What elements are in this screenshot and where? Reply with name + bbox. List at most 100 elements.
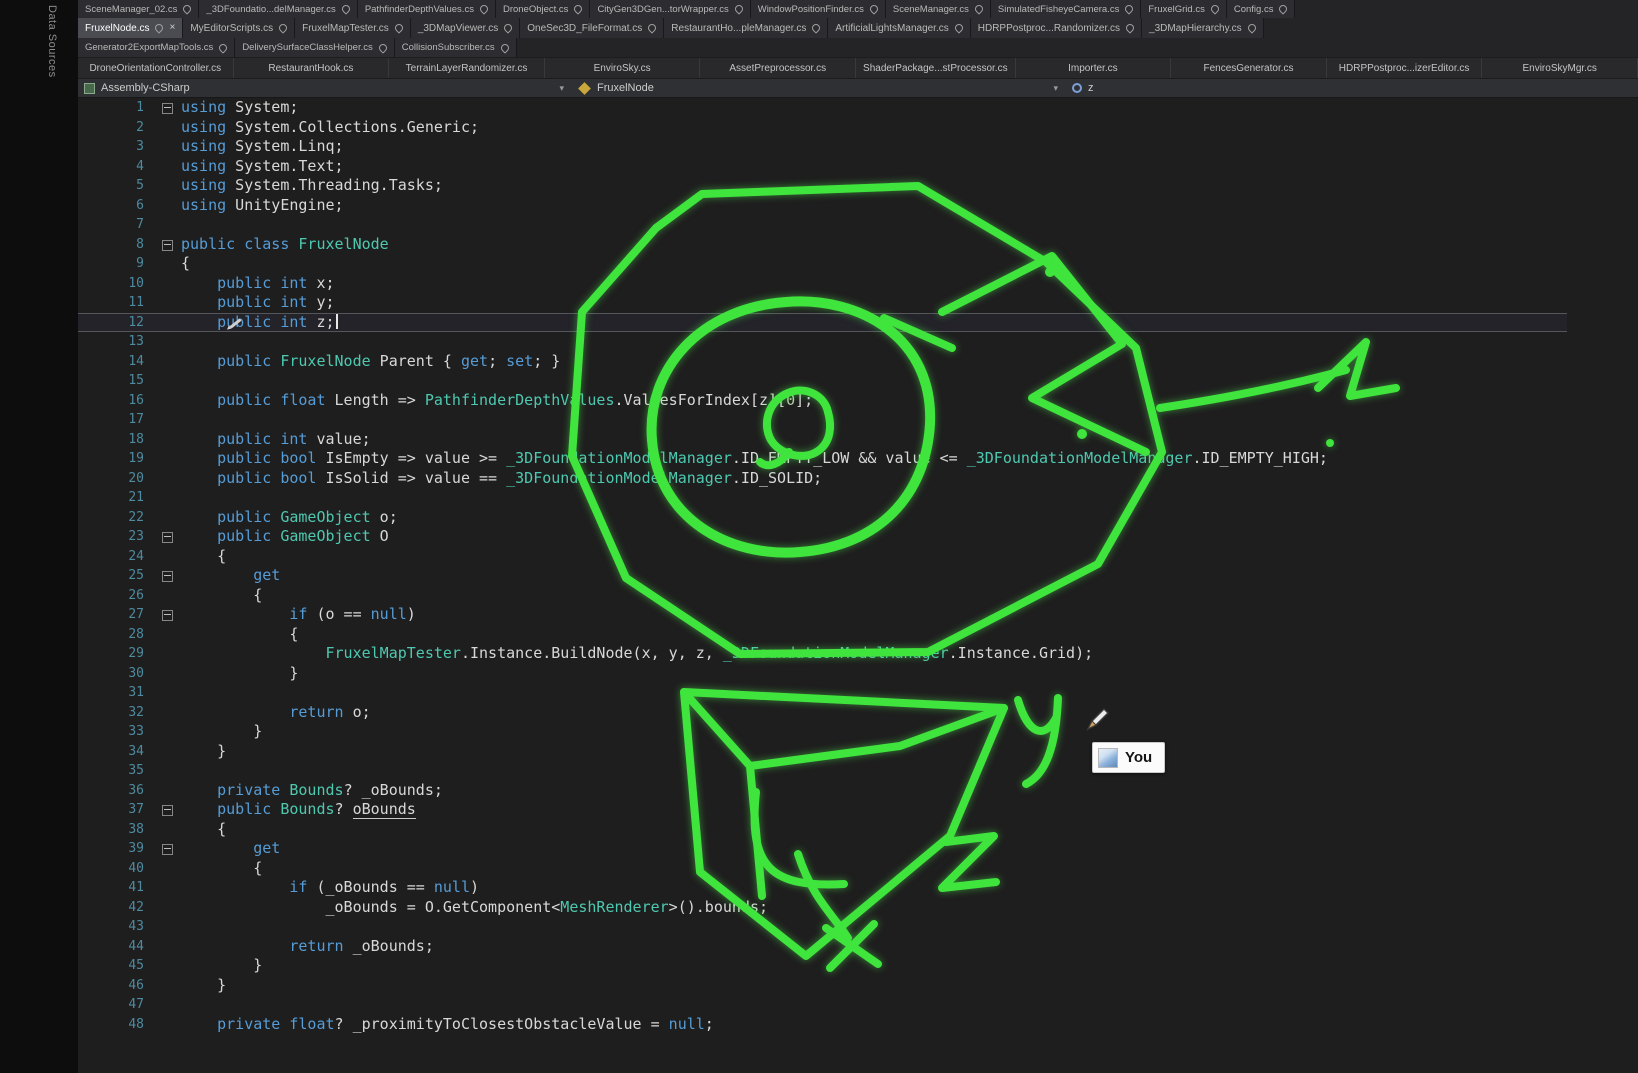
- code-line-14[interactable]: 14 public FruxelNode Parent { get; set; …: [78, 352, 1567, 372]
- tab-ShaderPackage...stProcessor.cs[interactable]: ShaderPackage...stProcessor.cs: [856, 58, 1016, 78]
- tab-OneSec3D_FileFormat.cs[interactable]: OneSec3D_FileFormat.cs: [520, 18, 664, 38]
- code-line-18[interactable]: 18 public int value;: [78, 430, 1567, 450]
- pin-icon[interactable]: [733, 3, 744, 14]
- code-line-47[interactable]: 47: [78, 995, 1567, 1015]
- code-line-5[interactable]: 5using System.Threading.Tasks;: [78, 176, 1567, 196]
- code-line-25[interactable]: 25 get: [78, 566, 1567, 586]
- tab-FruxelMapTester.cs[interactable]: FruxelMapTester.cs: [295, 18, 411, 38]
- pin-icon[interactable]: [868, 3, 879, 14]
- pin-icon[interactable]: [1124, 3, 1135, 14]
- code-line-39[interactable]: 39 get: [78, 839, 1567, 859]
- code-line-16[interactable]: 16 public float Length => PathfinderDept…: [78, 391, 1567, 411]
- tab-HDRPPostproc...izerEditor.cs[interactable]: HDRPPostproc...izerEditor.cs: [1327, 58, 1483, 78]
- code-line-21[interactable]: 21: [78, 488, 1567, 508]
- pin-icon[interactable]: [973, 3, 984, 14]
- code-line-10[interactable]: 10 public int x;: [78, 274, 1567, 294]
- tab-TerrainLayerRandomizer.cs[interactable]: TerrainLayerRandomizer.cs: [389, 58, 545, 78]
- fold-marker-icon[interactable]: [157, 566, 181, 586]
- code-line-9[interactable]: 9{: [78, 254, 1567, 274]
- tab-DeliverySurfaceClassHelper.cs[interactable]: DeliverySurfaceClassHelper.cs: [235, 38, 394, 57]
- code-line-3[interactable]: 3using System.Linq;: [78, 137, 1567, 157]
- tab-RestaurantHo...pleManager.cs[interactable]: RestaurantHo...pleManager.cs: [664, 18, 828, 38]
- pin-icon[interactable]: [503, 22, 514, 33]
- code-line-40[interactable]: 40 {: [78, 859, 1567, 879]
- pin-icon[interactable]: [647, 22, 658, 33]
- tab-ArtificialLightsManager.cs[interactable]: ArtificialLightsManager.cs: [828, 18, 970, 38]
- code-line-19[interactable]: 19 public bool IsEmpty => value >= _3DFo…: [78, 449, 1567, 469]
- pin-icon[interactable]: [1246, 22, 1257, 33]
- code-line-8[interactable]: 8public class FruxelNode: [78, 235, 1567, 255]
- tab-MyEditorScripts.cs[interactable]: MyEditorScripts.cs: [183, 18, 295, 38]
- tab-AssetPreprocessor.cs[interactable]: AssetPreprocessor.cs: [700, 58, 856, 78]
- fold-marker-icon[interactable]: [157, 235, 181, 255]
- pin-icon[interactable]: [393, 22, 404, 33]
- code-line-20[interactable]: 20 public bool IsSolid => value == _3DFo…: [78, 469, 1567, 489]
- code-line-17[interactable]: 17: [78, 410, 1567, 430]
- pin-icon[interactable]: [573, 3, 584, 14]
- code-line-24[interactable]: 24 {: [78, 547, 1567, 567]
- fold-marker-icon[interactable]: [157, 98, 181, 118]
- data-sources-tab[interactable]: Data Sources: [46, 5, 58, 78]
- pin-icon[interactable]: [1124, 22, 1135, 33]
- tab-EnviroSky.cs[interactable]: EnviroSky.cs: [545, 58, 701, 78]
- fold-marker-icon[interactable]: [157, 605, 181, 625]
- tab-PathfinderDepthValues.cs[interactable]: PathfinderDepthValues.cs: [358, 0, 496, 18]
- code-line-27[interactable]: 27 if (o == null): [78, 605, 1567, 625]
- tab-Generator2ExportMapTools.cs[interactable]: Generator2ExportMapTools.cs: [78, 38, 235, 57]
- code-line-43[interactable]: 43: [78, 917, 1567, 937]
- project-dropdown[interactable]: Assembly-CSharp ▾: [78, 79, 572, 97]
- tab-WindowPositionFinder.cs[interactable]: WindowPositionFinder.cs: [751, 0, 886, 18]
- tab-SceneManager.cs[interactable]: SceneManager.cs: [886, 0, 991, 18]
- code-editor[interactable]: 1using System;2using System.Collections.…: [78, 98, 1638, 1073]
- fold-marker-icon[interactable]: [157, 800, 181, 820]
- code-line-37[interactable]: 37 public Bounds? oBounds: [78, 800, 1567, 820]
- code-line-42[interactable]: 42 _oBounds = O.GetComponent<MeshRendere…: [78, 898, 1567, 918]
- tab-Importer.cs[interactable]: Importer.cs: [1016, 58, 1172, 78]
- tab-RestaurantHook.cs[interactable]: RestaurantHook.cs: [234, 58, 390, 78]
- pin-icon[interactable]: [182, 3, 193, 14]
- pin-icon[interactable]: [340, 3, 351, 14]
- pin-icon[interactable]: [277, 22, 288, 33]
- code-line-23[interactable]: 23 public GameObject O: [78, 527, 1567, 547]
- pin-icon[interactable]: [953, 22, 964, 33]
- code-line-29[interactable]: 29 FruxelMapTester.Instance.BuildNode(x,…: [78, 644, 1567, 664]
- tab-Config.cs[interactable]: Config.cs: [1227, 0, 1296, 18]
- pin-icon[interactable]: [478, 3, 489, 14]
- code-line-22[interactable]: 22 public GameObject o;: [78, 508, 1567, 528]
- code-line-36[interactable]: 36 private Bounds? _oBounds;: [78, 781, 1567, 801]
- tab-SimulatedFisheyeCamera.cs[interactable]: SimulatedFisheyeCamera.cs: [991, 0, 1141, 18]
- pin-icon[interactable]: [1278, 3, 1289, 14]
- code-line-4[interactable]: 4using System.Text;: [78, 157, 1567, 177]
- pin-icon[interactable]: [154, 22, 165, 33]
- pin-icon[interactable]: [811, 22, 822, 33]
- code-line-41[interactable]: 41 if (_oBounds == null): [78, 878, 1567, 898]
- tab-_3DMapViewer.cs[interactable]: _3DMapViewer.cs: [411, 18, 520, 38]
- tab-FruxelNode.cs[interactable]: FruxelNode.cs×: [78, 18, 183, 38]
- code-line-15[interactable]: 15: [78, 371, 1567, 391]
- code-line-31[interactable]: 31: [78, 683, 1567, 703]
- tab-FruxelGrid.cs[interactable]: FruxelGrid.cs: [1141, 0, 1226, 18]
- code-line-45[interactable]: 45 }: [78, 956, 1567, 976]
- code-line-48[interactable]: 48 private float? _proximityToClosestObs…: [78, 1015, 1567, 1035]
- tab-_3DFoundatio...delManager.cs[interactable]: _3DFoundatio...delManager.cs: [199, 0, 357, 18]
- close-icon[interactable]: ×: [169, 23, 175, 33]
- code-line-32[interactable]: 32 return o;: [78, 703, 1567, 723]
- pin-icon[interactable]: [1209, 3, 1220, 14]
- fold-marker-icon[interactable]: [157, 839, 181, 859]
- code-line-12[interactable]: 12 public int z;: [78, 313, 1567, 333]
- tab-DroneOrientationController.cs[interactable]: DroneOrientationController.cs: [78, 58, 234, 78]
- tab-EnviroSkyMgr.cs[interactable]: EnviroSkyMgr.cs: [1482, 58, 1638, 78]
- pin-icon[interactable]: [218, 42, 229, 53]
- pin-icon[interactable]: [499, 42, 510, 53]
- pin-icon[interactable]: [377, 42, 388, 53]
- tab-CityGen3DGen...torWrapper.cs[interactable]: CityGen3DGen...torWrapper.cs: [590, 0, 750, 18]
- code-line-26[interactable]: 26 {: [78, 586, 1567, 606]
- code-line-2[interactable]: 2using System.Collections.Generic;: [78, 118, 1567, 138]
- tab-FencesGenerator.cs[interactable]: FencesGenerator.cs: [1171, 58, 1327, 78]
- tab-SceneManager_02.cs[interactable]: SceneManager_02.cs: [78, 0, 199, 18]
- tab-_3DMapHierarchy.cs[interactable]: _3DMapHierarchy.cs: [1142, 18, 1264, 38]
- code-line-13[interactable]: 13: [78, 332, 1567, 352]
- code-line-6[interactable]: 6using UnityEngine;: [78, 196, 1567, 216]
- code-line-30[interactable]: 30 }: [78, 664, 1567, 684]
- fold-marker-icon[interactable]: [157, 527, 181, 547]
